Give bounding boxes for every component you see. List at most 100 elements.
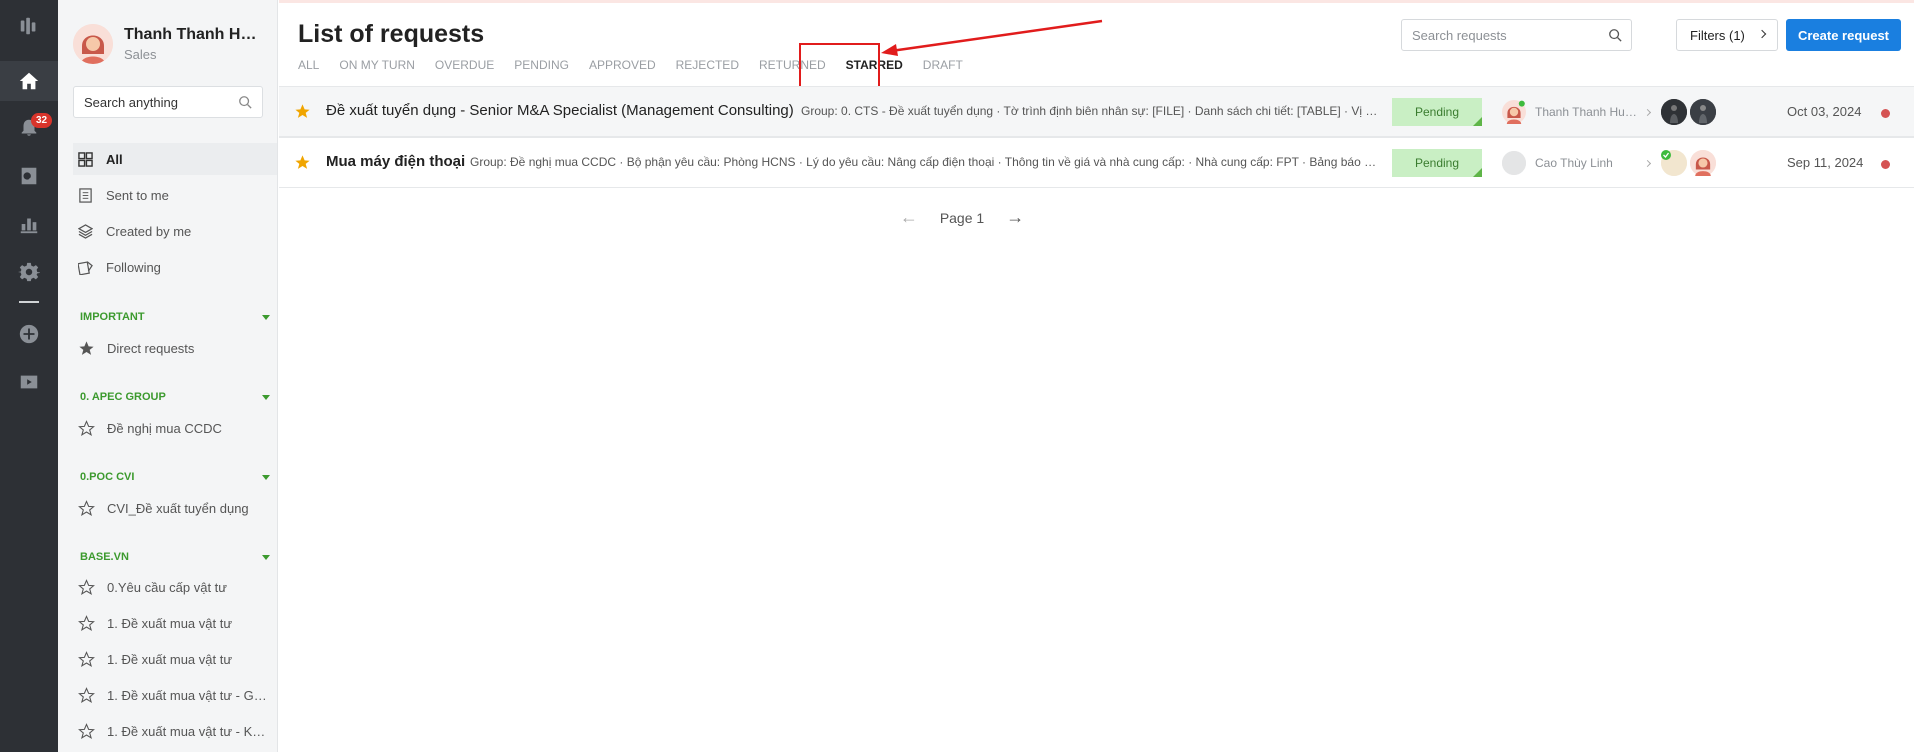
priority-dot [1881, 109, 1890, 118]
request-description: Group: Đề nghị mua CCDC · Bộ phận yêu cầ… [470, 155, 1379, 169]
search-icon [1609, 29, 1622, 42]
filters-label: Filters (1) [1690, 27, 1745, 43]
sidebar-item-label: 0.Yêu cầu cấp vật tư [107, 579, 227, 595]
caret-down-icon [262, 395, 270, 400]
group-header-important[interactable]: IMPORTANT [80, 311, 270, 323]
group-header-base-vn[interactable]: BASE.VN [80, 551, 270, 563]
layers-icon [78, 223, 93, 239]
chart-icon[interactable] [0, 204, 58, 244]
chevron-right-icon [1643, 159, 1652, 167]
icon-rail: 32 [0, 0, 58, 752]
sidebar-item-base-5[interactable]: 1. Đề xuất mua vật tư - Kế hoạch [78, 717, 277, 745]
star-outline-icon [78, 722, 95, 739]
profile-name: Thanh Thanh Huyền [124, 26, 264, 43]
sidebar-item-base-4[interactable]: 1. Đề xuất mua vật tư - Gia công [78, 681, 277, 709]
star-outline-icon [78, 614, 95, 631]
avatar [1690, 150, 1716, 176]
home-icon[interactable] [0, 61, 58, 101]
chevron-right-icon [1643, 108, 1652, 116]
request-title[interactable]: Đề xuất tuyển dụng - Senior M&A Speciali… [326, 102, 794, 119]
status-badge: Pending [1392, 149, 1482, 177]
group-header-poc-cvi[interactable]: 0.POC CVI [80, 471, 270, 483]
nav-label: Created by me [106, 223, 192, 239]
search-icon [239, 96, 252, 109]
followers[interactable] [1661, 150, 1719, 176]
star-outline-icon [78, 419, 95, 436]
sidebar-item-de-nghi-mua-ccdc[interactable]: Đề nghị mua CCDC [78, 414, 277, 442]
sidebar-item-label: 1. Đề xuất mua vật tư [107, 651, 233, 667]
arrow-left-icon[interactable]: ← [900, 207, 918, 228]
nav-all[interactable]: All [73, 143, 277, 175]
filters-button[interactable]: Filters (1) [1676, 19, 1778, 51]
assignee[interactable]: Thanh Thanh Huyền [1502, 100, 1652, 124]
star-outline-icon [78, 650, 95, 667]
avatar [1502, 151, 1526, 175]
avatar [1661, 150, 1687, 176]
priority-dot [1881, 160, 1890, 169]
group-title: 0.POC CVI [80, 471, 135, 483]
bell-icon[interactable]: 32 [0, 108, 58, 148]
request-search[interactable] [1401, 19, 1632, 51]
sidebar-search-input[interactable] [84, 94, 234, 110]
caret-down-icon [262, 475, 270, 480]
star-filled-icon [79, 340, 94, 355]
main-content: List of requests ALL ON MY TURN OVERDUE … [279, 0, 1914, 752]
sidebar-item-label: Direct requests [107, 340, 195, 356]
create-request-button[interactable]: Create request [1786, 19, 1901, 51]
star-filled-icon[interactable] [294, 154, 311, 171]
nav-created-by-me[interactable]: Created by me [73, 215, 277, 247]
request-row[interactable]: Mua máy điện thoại Group: Đề nghị mua CC… [279, 137, 1914, 188]
request-description: Group: 0. CTS - Đề xuất tuyển dụng · Tờ … [801, 104, 1379, 118]
user-profile[interactable]: Thanh Thanh Huyền Sales [73, 24, 264, 64]
profile-role: Sales [124, 47, 157, 62]
nav-label: All [106, 151, 123, 167]
avatar [73, 24, 113, 64]
assignee-name: Cao Thùy Linh [1535, 156, 1613, 170]
sidebar-item-base-3[interactable]: 1. Đề xuất mua vật tư [78, 645, 277, 673]
star-outline-icon [78, 499, 95, 516]
group-title: IMPORTANT [80, 311, 145, 323]
star-outline-icon [78, 578, 95, 595]
group-header-apec[interactable]: 0. APEC GROUP [80, 391, 270, 403]
sidebar-item-label: CVI_Đề xuất tuyển dụng [107, 500, 249, 516]
nav-label: Following [106, 259, 161, 275]
nav-following[interactable]: Following [73, 251, 277, 283]
sidebar-item-label: 1. Đề xuất mua vật tư - Kế hoạch [107, 723, 267, 739]
request-row[interactable]: Đề xuất tuyển dụng - Senior M&A Speciali… [279, 86, 1914, 137]
plus-circle-icon[interactable] [0, 314, 58, 354]
chevron-right-icon [1757, 29, 1767, 39]
star-filled-icon[interactable] [294, 103, 311, 120]
logo-icon[interactable] [0, 6, 58, 46]
nav-sent-to-me[interactable]: Sent to me [73, 179, 277, 211]
avatar [1502, 100, 1526, 124]
assignee-name: Thanh Thanh Huyền [1535, 105, 1637, 119]
request-title[interactable]: Mua máy điện thoại [326, 153, 465, 170]
arrow-right-icon[interactable]: → [1006, 207, 1024, 228]
video-icon[interactable] [0, 362, 58, 402]
group-title: BASE.VN [80, 551, 129, 563]
request-date: Sep 11, 2024 [1787, 155, 1864, 170]
assignee[interactable]: Cao Thùy Linh [1502, 151, 1652, 175]
sidebar-search[interactable] [73, 86, 263, 118]
sidebar-item-label: Đề nghị mua CCDC [107, 420, 222, 436]
status-badge: Pending [1392, 98, 1482, 126]
search-doc-icon[interactable] [0, 156, 58, 196]
sidebar-item-base-1[interactable]: 0.Yêu cầu cấp vật tư [78, 573, 277, 601]
pagination: ← Page 1 → [279, 207, 1645, 228]
gear-icon[interactable] [0, 252, 58, 292]
caret-down-icon [262, 555, 270, 560]
page-indicator: Page 1 [939, 209, 985, 226]
rail-divider [19, 301, 39, 303]
sidebar-item-cvi[interactable]: CVI_Đề xuất tuyển dụng [78, 494, 277, 522]
request-search-input[interactable] [1412, 27, 1597, 43]
sidebar-item-direct-requests[interactable]: Direct requests [78, 334, 277, 362]
caret-down-icon [262, 315, 270, 320]
avatar [1661, 99, 1687, 125]
group-title: 0. APEC GROUP [80, 391, 166, 403]
request-date: Oct 03, 2024 [1787, 104, 1862, 119]
followers[interactable] [1661, 99, 1719, 125]
doc-icon [79, 187, 92, 203]
follow-icon [78, 260, 93, 275]
annotation-arrow [881, 19, 1103, 56]
sidebar-item-base-2[interactable]: 1. Đề xuất mua vật tư [78, 609, 277, 637]
